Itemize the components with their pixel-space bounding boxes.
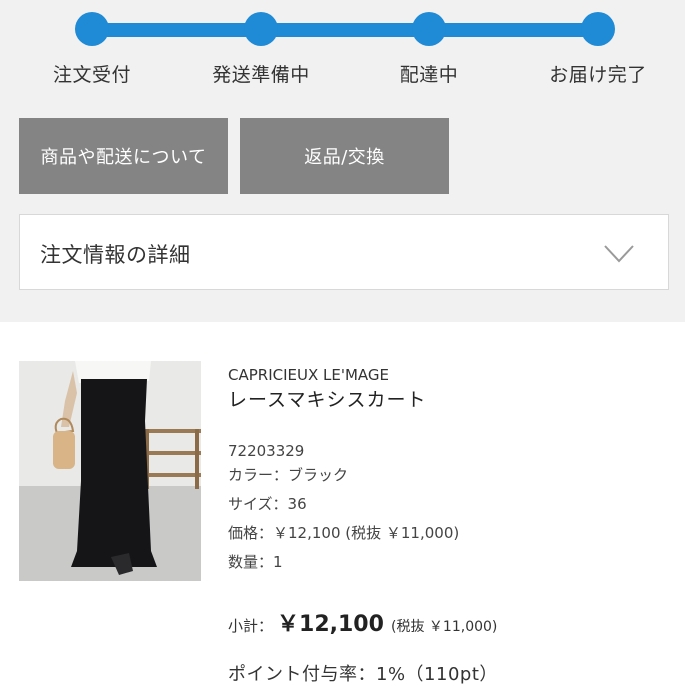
product-delivery-button[interactable]: 商品や配送について xyxy=(19,118,228,194)
progress-line xyxy=(92,23,598,37)
progress-dot-ordered xyxy=(75,12,109,46)
step-label-ordered: 注文受付 xyxy=(52,64,131,86)
step-label-shipping: 配達中 xyxy=(399,64,459,86)
order-details-accordion[interactable]: 注文情報の詳細 xyxy=(19,214,669,290)
return-exchange-button[interactable]: 返品/交換 xyxy=(240,118,449,194)
subtotal-amount: ￥12,100 xyxy=(277,612,384,637)
subtotal-tax: (税抜 ￥11,000) xyxy=(391,619,498,635)
product-quantity: 数量：1 xyxy=(228,553,283,571)
subtotal-label: 小計： xyxy=(228,617,274,635)
order-status-area: 注文受付 発送準備中 配達中 お届け完了 商品や配送について 返品/交換 注文情… xyxy=(0,0,685,322)
subtotal: 小計： ￥12,100 (税抜 ￥11,000) xyxy=(228,606,497,638)
progress-dot-shipping xyxy=(412,12,446,46)
progress-dot-delivered xyxy=(581,12,615,46)
product-item-number: 72203329 xyxy=(228,442,305,460)
product-size: サイズ：36 xyxy=(228,495,307,513)
order-details-title: 注文情報の詳細 xyxy=(40,243,191,267)
product-brand: CAPRICIEUX LE'MAGE xyxy=(228,366,390,384)
progress-dot-preparing xyxy=(244,12,278,46)
points-rate: ポイント付与率：1%（110pt） xyxy=(228,664,498,685)
product-name[interactable]: レースマキシスカート xyxy=(228,385,426,412)
step-label-delivered: お届け完了 xyxy=(549,64,647,86)
product-color: カラー：ブラック xyxy=(228,466,349,484)
product-price: 価格：￥12,100 (税抜 ￥11,000) xyxy=(228,524,460,542)
chevron-down-icon xyxy=(604,245,634,263)
product-image[interactable] xyxy=(19,361,201,581)
step-label-preparing: 発送準備中 xyxy=(212,64,310,86)
